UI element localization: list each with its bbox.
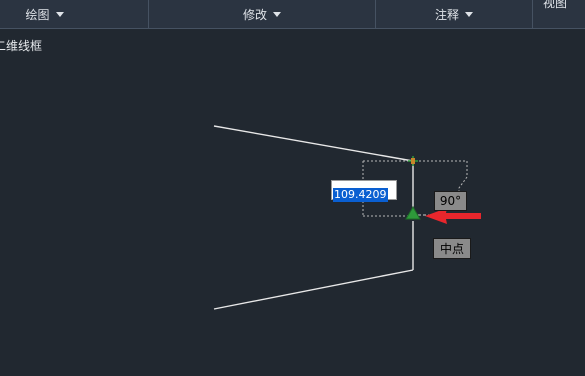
grip-icon [411, 158, 415, 164]
drawing-canvas[interactable] [0, 0, 585, 376]
snap-tooltip: 中点 [433, 238, 471, 259]
angle-tooltip: 90° [434, 191, 467, 211]
autocad-window: 绘图 修改 注释 视图 二维线框 109.4209 90° 中点 [0, 0, 585, 376]
drawn-line-upper[interactable] [213, 125, 414, 162]
dynamic-input-field[interactable]: 109.4209 [331, 180, 397, 202]
midpoint-triangle-icon [405, 206, 421, 220]
drawn-line-lower[interactable] [213, 269, 414, 310]
dynamic-input-value[interactable]: 109.4209 [333, 188, 388, 202]
